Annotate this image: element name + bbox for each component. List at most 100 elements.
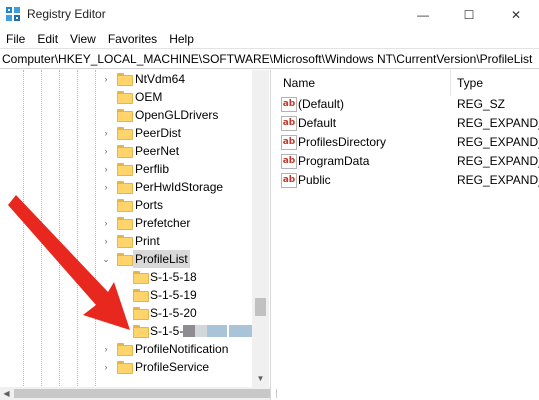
- value-type: REG_EXPAND_SZ: [457, 154, 539, 168]
- registry-editor-icon: [6, 7, 20, 21]
- tree-item-label: PeerNet: [135, 144, 180, 158]
- tree-item[interactable]: OpenGLDrivers: [0, 106, 252, 124]
- values-list[interactable]: Name Type ab (Default) REG_SZ ab Default REG_…: [277, 70, 539, 400]
- tree-item[interactable]: › ProfileService: [0, 358, 252, 376]
- maximize-button[interactable]: ☐: [446, 0, 492, 30]
- value-name: ProgramData: [298, 154, 370, 168]
- menu-bar: File Edit View Favorites Help: [0, 30, 200, 48]
- chevron-right-icon[interactable]: ›: [101, 344, 111, 354]
- tree-item-label: PeerDist: [135, 126, 182, 140]
- value-row[interactable]: abPublic REG_EXPAND_SZ: [277, 171, 539, 190]
- string-value-icon: ab: [281, 173, 297, 188]
- tree-item[interactable]: S-1-5-19: [0, 286, 252, 304]
- folder-icon: [117, 199, 133, 212]
- folder-icon: [117, 145, 133, 158]
- folder-icon: [117, 163, 133, 176]
- chevron-right-icon[interactable]: ›: [101, 128, 111, 138]
- tree-item-label: OEM: [135, 90, 163, 104]
- value-row[interactable]: abDefault REG_EXPAND_SZ: [277, 114, 539, 133]
- tree-item[interactable]: S-1-5-20: [0, 304, 252, 322]
- pane-splitter[interactable]: [270, 70, 276, 400]
- tree-item-label: Ports: [135, 198, 164, 212]
- tree-vertical-scrollbar[interactable]: ▼: [252, 70, 269, 388]
- string-value-icon: ab: [281, 135, 297, 150]
- redacted-block: [183, 325, 195, 337]
- folder-icon: [117, 343, 133, 356]
- value-row[interactable]: abProfilesDirectory REG_EXPAND_SZ: [277, 133, 539, 152]
- tree-item[interactable]: ⌄ ProfileList: [0, 250, 252, 268]
- tree-item-label: S-1-5-20: [150, 306, 197, 320]
- tree-item-label: Print: [135, 234, 160, 248]
- tree-item-label: ProfileService: [135, 360, 210, 374]
- value-type: REG_SZ: [457, 97, 506, 111]
- tree-item-label: S-1-5-19: [150, 288, 197, 302]
- string-value-icon: ab: [281, 154, 297, 169]
- tree-item-label: PerHwIdStorage: [135, 180, 224, 194]
- tree-item[interactable]: OEM: [0, 88, 252, 106]
- tree-item-label: Prefetcher: [135, 216, 191, 230]
- column-header-name[interactable]: Name: [277, 70, 451, 96]
- value-type: REG_EXPAND_SZ: [457, 116, 539, 130]
- folder-icon: [117, 73, 133, 86]
- tree-item[interactable]: › ProfileNotification: [0, 340, 252, 358]
- key-tree[interactable]: › NtVdm64 OEM OpenGLDrivers › PeerDist › PeerNe…: [0, 70, 270, 400]
- address-path[interactable]: Computer\HKEY_LOCAL_MACHINE\SOFTWARE\Mic…: [2, 52, 532, 66]
- tree-item[interactable]: › PeerDist: [0, 124, 252, 142]
- folder-icon: [117, 253, 133, 266]
- chevron-right-icon[interactable]: ›: [101, 74, 111, 84]
- menu-help[interactable]: Help: [163, 30, 200, 48]
- close-button[interactable]: ✕: [493, 0, 539, 30]
- chevron-right-icon[interactable]: ›: [101, 236, 111, 246]
- scroll-left-icon[interactable]: ◀: [0, 387, 13, 400]
- folder-icon: [133, 271, 149, 284]
- chevron-right-icon[interactable]: ›: [101, 182, 111, 192]
- folder-icon: [117, 109, 133, 122]
- chevron-down-icon[interactable]: ⌄: [101, 254, 111, 264]
- tree-item[interactable]: S-1-5-18: [0, 268, 252, 286]
- minimize-button[interactable]: —: [400, 0, 446, 30]
- value-name: ProfilesDirectory: [298, 135, 387, 149]
- tree-item-label: ProfileNotification: [135, 342, 229, 356]
- folder-icon: [117, 361, 133, 374]
- tree-item[interactable]: › NtVdm64: [0, 70, 252, 88]
- folder-icon: [133, 325, 149, 338]
- value-name: Public: [298, 173, 331, 187]
- value-type: REG_EXPAND_SZ: [457, 173, 539, 187]
- tree-item-label: Perflib: [135, 162, 170, 176]
- tree-item[interactable]: › PerHwIdStorage: [0, 178, 252, 196]
- folder-icon: [117, 91, 133, 104]
- folder-icon: [117, 127, 133, 140]
- value-name: Default: [298, 116, 337, 130]
- scroll-down-icon[interactable]: ▼: [252, 370, 269, 387]
- address-bar[interactable]: Computer\HKEY_LOCAL_MACHINE\SOFTWARE\Mic…: [0, 48, 539, 69]
- tree-horizontal-scrollbar[interactable]: ◀: [0, 387, 399, 400]
- menu-favorites[interactable]: Favorites: [102, 30, 163, 48]
- chevron-right-icon[interactable]: ›: [101, 218, 111, 228]
- tree-item[interactable]: › Perflib: [0, 160, 252, 178]
- tree-item[interactable]: › Prefetcher: [0, 214, 252, 232]
- menu-view[interactable]: View: [64, 30, 102, 48]
- tree-item-label: S-1-5-: [150, 324, 184, 338]
- tree-item-label: NtVdm64: [135, 72, 186, 86]
- folder-icon: [117, 217, 133, 230]
- column-header-type[interactable]: Type: [451, 70, 539, 96]
- tree-item[interactable]: Ports: [0, 196, 252, 214]
- tree-item-label: S-1-5-18: [150, 270, 197, 284]
- menu-file[interactable]: File: [0, 30, 31, 48]
- value-name: (Default): [298, 97, 345, 111]
- tree-scroll-thumb[interactable]: [255, 298, 266, 316]
- folder-icon: [117, 181, 133, 194]
- tree-item[interactable]: › PeerNet: [0, 142, 252, 160]
- chevron-right-icon[interactable]: ›: [101, 362, 111, 372]
- title-bar: Registry Editor — ☐ ✕: [0, 0, 539, 30]
- chevron-right-icon[interactable]: ›: [101, 146, 111, 156]
- tree-item[interactable]: S-1-5-: [0, 322, 255, 340]
- menu-edit[interactable]: Edit: [31, 30, 64, 48]
- chevron-right-icon[interactable]: ›: [101, 164, 111, 174]
- string-value-icon: ab: [281, 97, 297, 112]
- folder-icon: [117, 235, 133, 248]
- tree-item[interactable]: › Print: [0, 232, 252, 250]
- redacted-block: [195, 325, 207, 337]
- value-row[interactable]: abProgramData REG_EXPAND_SZ: [277, 152, 539, 171]
- value-row[interactable]: ab (Default) REG_SZ: [277, 95, 539, 114]
